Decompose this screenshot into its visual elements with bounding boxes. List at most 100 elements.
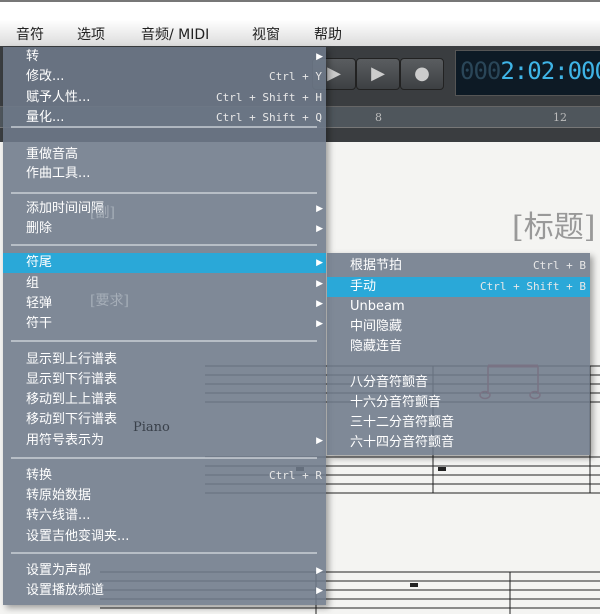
menu-item-label: 删除	[26, 221, 53, 236]
submenu-item[interactable]: 隐藏连音	[327, 337, 590, 357]
menu-item-label: 转换	[26, 468, 53, 483]
menu-item-label: 添加时间间隔	[26, 201, 105, 216]
menu-item[interactable]: 设置吉他变调夹...	[3, 527, 326, 547]
menu-item-label: 转	[26, 49, 40, 64]
menu-item[interactable]: 轻弹 ▶	[3, 294, 326, 314]
menu-item-label: 移动到上上谱表	[26, 392, 118, 407]
menu-item-label: 转六线谱...	[26, 508, 91, 523]
menu-item-label: 设置吉他变调夹...	[26, 529, 130, 544]
menu-item[interactable]: 符干 ▶	[3, 314, 326, 334]
shortcut-label: Ctrl + Shift + B	[480, 280, 586, 293]
submenu-arrow-icon: ▶	[316, 299, 323, 309]
submenu-arrow-icon: ▶	[316, 319, 323, 329]
menu-item[interactable]: 转 ▶	[3, 47, 326, 67]
menu-separator	[11, 457, 317, 459]
menu-item-label: 转原始数据	[26, 488, 92, 503]
menu-item-label: 重做音高	[26, 147, 79, 162]
menu-item-label: 根据节拍	[350, 258, 403, 273]
menu-item-label: 设置播放频道	[26, 583, 105, 598]
submenu-item[interactable]: 根据节拍 Ctrl + B	[327, 256, 590, 276]
timecode-value: 2:02:000	[500, 57, 600, 85]
submenu-item[interactable]: 十六分音符颤音	[327, 393, 590, 413]
menu-window[interactable]: 视窗	[252, 24, 280, 44]
menu-item-label: 中间隐藏	[350, 319, 403, 334]
menu-item-label: 赋予人性...	[26, 90, 91, 105]
menu-item-label: 十六分音符颤音	[350, 395, 442, 410]
menu-item[interactable]: 作曲工具...	[3, 164, 326, 184]
menu-item[interactable]: 转六线谱...	[3, 506, 326, 526]
play-from-button[interactable]: ▶	[356, 58, 400, 90]
submenu-item[interactable]: 三十二分音符颤音	[327, 413, 590, 433]
submenu-item[interactable]: 六十四分音符颤音	[327, 433, 590, 453]
menu-item[interactable]: 移动到下行谱表	[3, 410, 326, 430]
shortcut-label: Ctrl + Shift + H	[216, 91, 322, 104]
timecode-display: 0002:02:000	[455, 50, 600, 96]
submenu-item[interactable]: 八分音符颤音	[327, 373, 590, 393]
menu-item-label: 六十四分音符颤音	[350, 435, 455, 450]
submenu-arrow-icon: ▶	[316, 258, 323, 268]
menu-item[interactable]: 用符号表示为 ▶	[3, 431, 326, 451]
submenu-arrow-icon: ▶	[316, 436, 323, 446]
menu-item[interactable]: 重做音高	[3, 145, 326, 165]
menu-item[interactable]: 修改... Ctrl + Y	[3, 67, 326, 87]
shortcut-label: Ctrl + Shift + Q	[216, 111, 322, 124]
menu-item[interactable]: 显示到下行谱表	[3, 370, 326, 390]
menu-separator	[11, 192, 317, 194]
menu-item-label: 轻弹	[26, 296, 53, 311]
menu-item-label: 设置为声部	[26, 563, 92, 578]
menu-item-label: 显示到下行谱表	[26, 372, 118, 387]
shortcut-label: Ctrl + B	[533, 259, 586, 272]
menu-item-label: 符尾	[26, 255, 53, 270]
menu-item[interactable]: 删除 ▶	[3, 219, 326, 239]
shortcut-label: Ctrl + R	[269, 469, 322, 482]
submenu-item[interactable]: 中间隐藏	[327, 317, 590, 337]
menu-item[interactable]: 显示到上行谱表	[3, 350, 326, 370]
menu-item-label: Unbeam	[350, 299, 405, 314]
menu-item-label: 手动	[350, 279, 377, 294]
menu-item-label: 用符号表示为	[26, 433, 105, 448]
submenu-item[interactable]: 手动 Ctrl + Shift + B	[327, 277, 590, 297]
menu-audio-midi[interactable]: 音频/ MIDI	[141, 24, 209, 44]
menu-item-label: 量化...	[26, 110, 65, 125]
menu-item[interactable]: 设置播放频道 ▶	[3, 581, 326, 601]
menu-item[interactable]: 符尾 ▶	[3, 253, 326, 273]
menu-bar: 音符 选项 音频/ MIDI 视窗 帮助	[0, 0, 600, 46]
menu-item[interactable]: 移动到上上谱表	[3, 390, 326, 410]
ruler-tick: 8	[375, 111, 382, 124]
submenu-arrow-icon: ▶	[316, 224, 323, 234]
record-button[interactable]: ●	[400, 58, 444, 90]
menu-separator	[11, 340, 317, 342]
menu-item-label: 符干	[26, 316, 53, 331]
submenu-arrow-icon: ▶	[316, 586, 323, 596]
menu-separator	[11, 244, 317, 246]
menu-options[interactable]: 选项	[77, 24, 105, 44]
menu-item[interactable]: 添加时间间隔 ▶	[3, 199, 326, 219]
menu-item-label: 组	[26, 276, 40, 291]
beam-submenu: 根据节拍 Ctrl + B 手动 Ctrl + Shift + B Unbeam 中间隐藏…	[327, 253, 590, 455]
menu-item[interactable]: 转换 Ctrl + R	[3, 466, 326, 486]
menu-item[interactable]: 赋予人性... Ctrl + Shift + H	[3, 88, 326, 108]
menu-item-label: 隐藏连音	[350, 339, 403, 354]
menu-item-label: 作曲工具...	[26, 166, 91, 181]
submenu-item[interactable]: Unbeam	[327, 297, 590, 317]
shortcut-label: Ctrl + Y	[269, 70, 322, 83]
menu-item-label: 修改...	[26, 69, 65, 84]
menu-help[interactable]: 帮助	[314, 24, 342, 44]
menu-item[interactable]: 量化... Ctrl + Shift + Q	[3, 108, 326, 128]
menu-item[interactable]: 转原始数据	[3, 486, 326, 506]
submenu-arrow-icon: ▶	[316, 52, 323, 62]
menu-item[interactable]: 组 ▶	[3, 274, 326, 294]
menu-item-label: 三十二分音符颤音	[350, 415, 455, 430]
menu-item-label: 显示到上行谱表	[26, 352, 118, 367]
timecode-leading: 000	[460, 57, 501, 85]
submenu-arrow-icon: ▶	[316, 279, 323, 289]
menu-item[interactable]: 设置为声部 ▶	[3, 561, 326, 581]
submenu-arrow-icon: ▶	[316, 566, 323, 576]
menu-item-label: 八分音符颤音	[350, 375, 429, 390]
notes-menu: 转 ▶ 修改... Ctrl + Y 赋予人性... Ctrl + Shift + H 量化…	[3, 47, 326, 605]
submenu-arrow-icon: ▶	[316, 204, 323, 214]
ruler-tick: 12	[553, 111, 567, 124]
menu-notes[interactable]: 音符	[16, 24, 44, 44]
menu-separator	[11, 552, 317, 554]
menu-item-label: 移动到下行谱表	[26, 412, 118, 427]
